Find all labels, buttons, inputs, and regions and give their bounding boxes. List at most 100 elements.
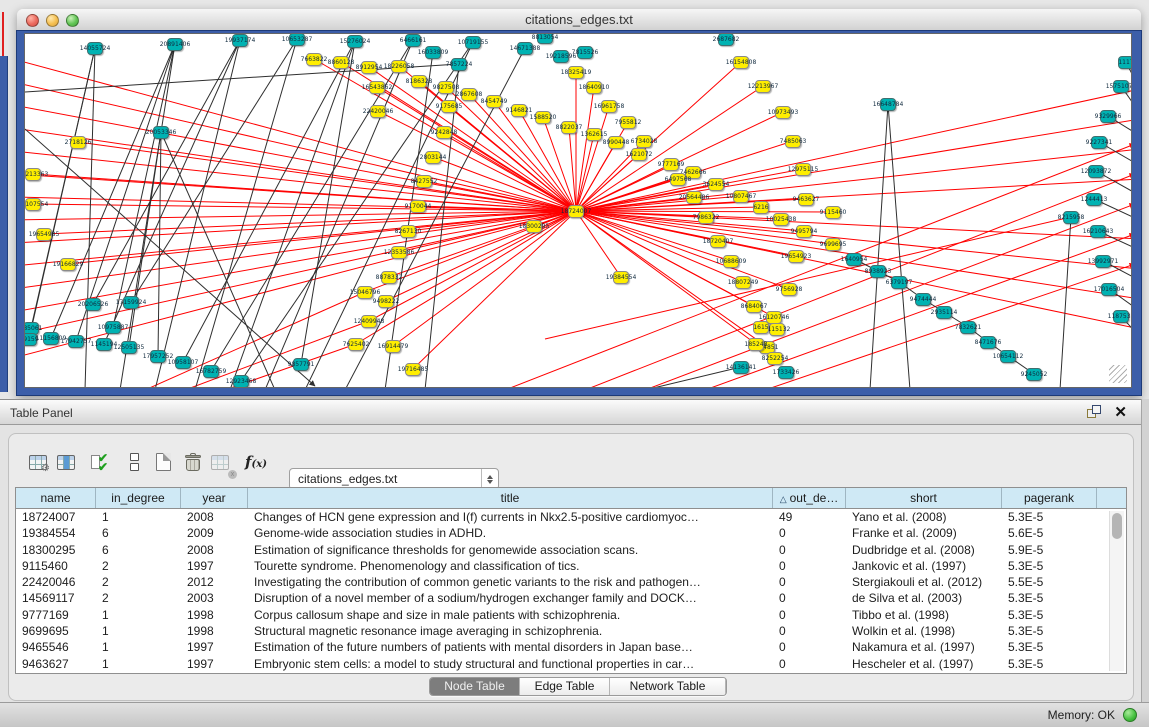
- close-panel-icon[interactable]: ✕: [1114, 405, 1127, 420]
- column-header[interactable]: year: [181, 488, 248, 508]
- graph-node[interactable]: 1244413: [1086, 193, 1102, 206]
- graph-node[interactable]: 16210643: [1090, 225, 1106, 238]
- graph-node[interactable]: 2687682: [718, 33, 734, 46]
- graph-node[interactable]: 7815526: [577, 46, 593, 59]
- column-header[interactable]: name: [16, 488, 96, 508]
- table-cell[interactable]: Structural magnetic resonance image aver…: [248, 623, 773, 639]
- table-cell[interactable]: 5.3E-5: [1002, 656, 1097, 672]
- table-scrollbar-thumb[interactable]: [1112, 513, 1122, 539]
- graph-node[interactable]: 7955812: [620, 116, 636, 129]
- graph-edge[interactable]: [29, 48, 95, 339]
- table-cell[interactable]: 1998: [181, 607, 248, 623]
- graph-node[interactable]: 22420046: [370, 105, 386, 118]
- graph-node[interactable]: 1615: [753, 321, 769, 334]
- graph-node[interactable]: 9495794: [796, 225, 812, 238]
- graph-node[interactable]: 8990448: [608, 136, 624, 149]
- table-cell[interactable]: 2008: [181, 509, 248, 525]
- graph-node[interactable]: 10653287: [289, 33, 305, 46]
- table-cell[interactable]: 0: [773, 558, 846, 574]
- table-cell[interactable]: 5.6E-5: [1002, 525, 1097, 541]
- graph-node[interactable]: 14136141: [733, 361, 749, 374]
- table-cell[interactable]: 18724007: [16, 509, 96, 525]
- graph-node[interactable]: 8186328: [411, 75, 427, 88]
- graph-node[interactable]: 9498222: [378, 295, 394, 308]
- tab-edge-table[interactable]: Edge Table: [520, 678, 610, 695]
- table-cell[interactable]: 1: [96, 607, 181, 623]
- table-row[interactable]: 946362711997Embryonic stem cells: a mode…: [16, 656, 1126, 672]
- graph-node[interactable]: 1640954: [846, 253, 862, 266]
- graph-node[interactable]: 15046796: [357, 286, 373, 299]
- table-cell[interactable]: Franke et al. (2009): [846, 525, 1002, 541]
- table-cell[interactable]: Hescheler et al. (1997): [846, 656, 1002, 672]
- table-settings-icon[interactable]: ⚙: [25, 449, 51, 475]
- table-cell[interactable]: 2003: [181, 590, 248, 606]
- graph-node[interactable]: 12213363: [25, 168, 41, 181]
- table-cell[interactable]: Nakamura et al. (1997): [846, 639, 1002, 655]
- graph-node[interactable]: 7986322: [698, 211, 714, 224]
- graph-node[interactable]: 20891406: [167, 38, 183, 51]
- graph-node[interactable]: 8215958: [1063, 211, 1079, 224]
- graph-node[interactable]: 1145194: [96, 338, 112, 351]
- table-cell[interactable]: 9465546: [16, 639, 96, 655]
- table-cell[interactable]: 5.3E-5: [1002, 590, 1097, 606]
- table-cell[interactable]: 5.3E-5: [1002, 639, 1097, 655]
- graph-node[interactable]: 9777169: [663, 158, 679, 171]
- graph-node[interactable]: 16648784: [880, 98, 896, 111]
- graph-node[interactable]: 15751074: [1113, 80, 1129, 93]
- graph-node[interactable]: 9699695: [825, 238, 841, 251]
- table-scrollbar[interactable]: [1109, 511, 1124, 671]
- validate-columns-icon[interactable]: ✔✔: [88, 449, 114, 475]
- table-cell[interactable]: 1997: [181, 656, 248, 672]
- table-cell[interactable]: Tibbo et al. (1998): [846, 607, 1002, 623]
- table-cell[interactable]: 9777169: [16, 607, 96, 623]
- column-header[interactable]: title: [248, 488, 773, 508]
- graph-node[interactable]: 1117: [1118, 56, 1132, 69]
- graph-node[interactable]: 8938923: [870, 265, 886, 278]
- table-cell[interactable]: 5.3E-5: [1002, 558, 1097, 574]
- graph-node[interactable]: 9170044: [410, 200, 426, 213]
- graph-node[interactable]: 19654985: [36, 228, 52, 241]
- table-cell[interactable]: 5.3E-5: [1002, 607, 1097, 623]
- graph-node[interactable]: 12213967: [755, 80, 771, 93]
- graph-node[interactable]: 10688609: [723, 255, 739, 268]
- graph-edge[interactable]: [576, 149, 1132, 211]
- graph-edge[interactable]: [645, 204, 1132, 388]
- select-columns-icon[interactable]: [53, 449, 79, 475]
- graph-node[interactable]: 17159924: [123, 296, 139, 309]
- graph-node[interactable]: 7832621: [960, 321, 976, 334]
- graph-edge[interactable]: [158, 132, 161, 356]
- graph-node[interactable]: 8860128: [333, 56, 349, 69]
- table-cell[interactable]: Stergiakouli et al. (2012): [846, 574, 1002, 590]
- table-panel-header[interactable]: Table Panel ✕: [0, 399, 1141, 425]
- graph-node[interactable]: 17957252: [150, 350, 166, 363]
- graph-node[interactable]: 12093872: [1088, 165, 1104, 178]
- graph-node[interactable]: 10654112: [1000, 350, 1016, 363]
- graph-node[interactable]: 16782759: [203, 365, 219, 378]
- graph-node[interactable]: 9474444: [915, 293, 931, 306]
- graph-node[interactable]: 9329966: [1100, 110, 1116, 123]
- graph-node[interactable]: 9463627: [798, 193, 814, 206]
- column-header[interactable]: △out_de…: [773, 488, 846, 508]
- graph-node[interactable]: 12923468: [233, 375, 249, 388]
- graph-edge[interactable]: [1060, 217, 1071, 388]
- graph-node[interactable]: 6216: [753, 201, 769, 214]
- table-cell[interactable]: Yano et al. (2008): [846, 509, 1002, 525]
- graph-node[interactable]: 8684067: [746, 300, 762, 313]
- graph-node[interactable]: 1621072: [631, 148, 647, 161]
- graph-node[interactable]: 16154808: [733, 56, 749, 69]
- graph-node[interactable]: 13992971: [1095, 255, 1111, 268]
- graph-node[interactable]: 14055724: [87, 42, 103, 55]
- column-header[interactable]: in_degree: [96, 488, 181, 508]
- table-row[interactable]: 1456911722003Disruption of a novel membe…: [16, 590, 1126, 606]
- graph-edge[interactable]: [195, 39, 297, 388]
- graph-node[interactable]: 18724007: [568, 205, 584, 218]
- graph-node[interactable]: 8471676: [980, 336, 996, 349]
- graph-node[interactable]: 10958107: [175, 356, 191, 369]
- graph-edge[interactable]: [576, 211, 1132, 239]
- table-cell[interactable]: 2: [96, 590, 181, 606]
- graph-node[interactable]: 1733426: [778, 366, 794, 379]
- graph-node[interactable]: 9857791: [293, 358, 309, 371]
- tab-network-table[interactable]: Network Table: [610, 678, 726, 695]
- graph-node[interactable]: 18325419: [568, 66, 584, 79]
- graph-node[interactable]: 8813054: [537, 33, 553, 44]
